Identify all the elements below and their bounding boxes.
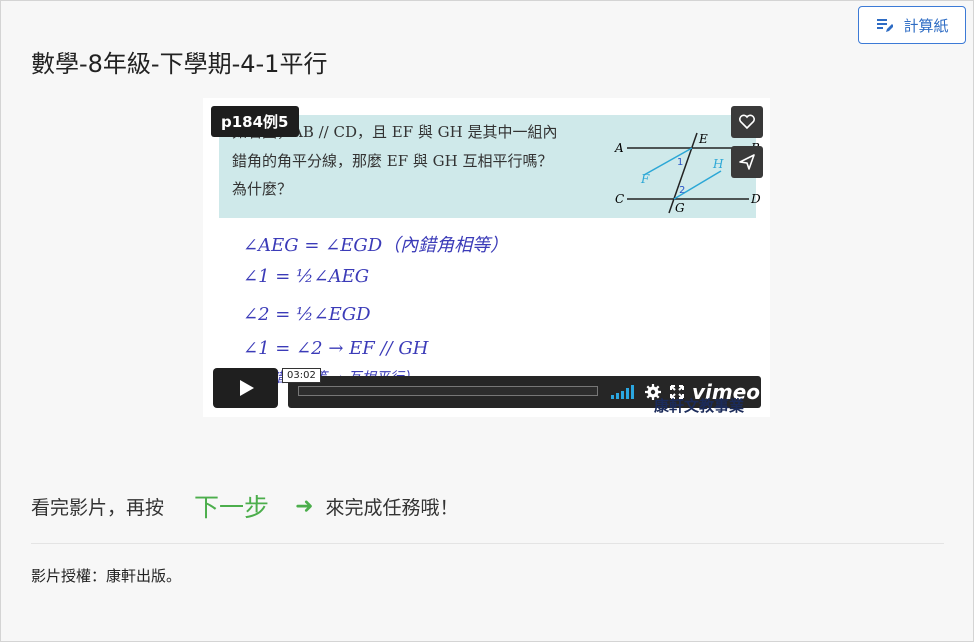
heart-icon [739, 114, 755, 130]
instruction-row: 看完影片，再按 下一步 ➜ 來完成任務哦！ [31, 488, 458, 524]
next-step-link[interactable]: 下一步 [194, 488, 269, 524]
divider [31, 543, 944, 544]
play-button[interactable] [213, 368, 278, 408]
scratch-paper-button[interactable]: 計算紙 [858, 6, 966, 44]
label-D: D [750, 192, 761, 206]
label-E: E [698, 132, 708, 146]
page-title: 數學-8年級-下學期-4-1平行 [31, 50, 328, 78]
play-icon [239, 380, 254, 396]
instruction-after: 來完成任務哦！ [325, 496, 459, 519]
parallel-lines-diagram: A B C D E F G H 1 2 [614, 132, 761, 215]
publisher-logo: 康軒文教事業 [654, 397, 745, 415]
send-icon [739, 154, 755, 170]
video-title-badge: p184例5 [211, 106, 299, 137]
share-button[interactable] [731, 146, 763, 178]
label-F: F [640, 172, 650, 186]
scratch-paper-label: 計算紙 [903, 16, 949, 35]
question-line-3: 為什麼？ [232, 180, 293, 198]
video-player[interactable]: 如右圖，AB // CD，且 EF 與 GH 是其中一組內 錯角的角平分線，那麼… [203, 98, 770, 417]
label-A: A [614, 141, 624, 155]
question-line-2: 錯角的角平分線，那麼 EF 與 GH 互相平行嗎？ [232, 152, 553, 170]
like-button[interactable] [731, 106, 763, 138]
edit-list-icon [877, 19, 894, 32]
handwriting-line-3: ∠2 = ½∠EGD [243, 304, 371, 325]
arrow-right-icon: ➜ [295, 493, 314, 519]
volume-control[interactable] [611, 385, 634, 399]
label-G: G [675, 201, 685, 215]
question-panel: 如右圖，AB // CD，且 EF 與 GH 是其中一組內 錯角的角平分線，那麼… [219, 115, 761, 218]
angle-2-label: 2 [679, 185, 685, 196]
progress-bar[interactable] [298, 386, 598, 396]
angle-1-label: 1 [677, 157, 683, 168]
label-C: C [615, 192, 624, 206]
handwriting-line-4: ∠1 = ∠2 → EF // GH [243, 338, 429, 359]
handwriting-line-2: ∠1 = ½∠AEG [243, 266, 370, 287]
copyright-notice: 影片授權：康軒出版。 [31, 567, 182, 585]
instruction-before: 看完影片，再按 [31, 496, 165, 519]
label-H: H [712, 157, 724, 171]
timecode-tooltip: 03:02 [282, 368, 321, 383]
handwriting-line-1: ∠AEG = ∠EGD（內錯角相等） [243, 235, 509, 256]
